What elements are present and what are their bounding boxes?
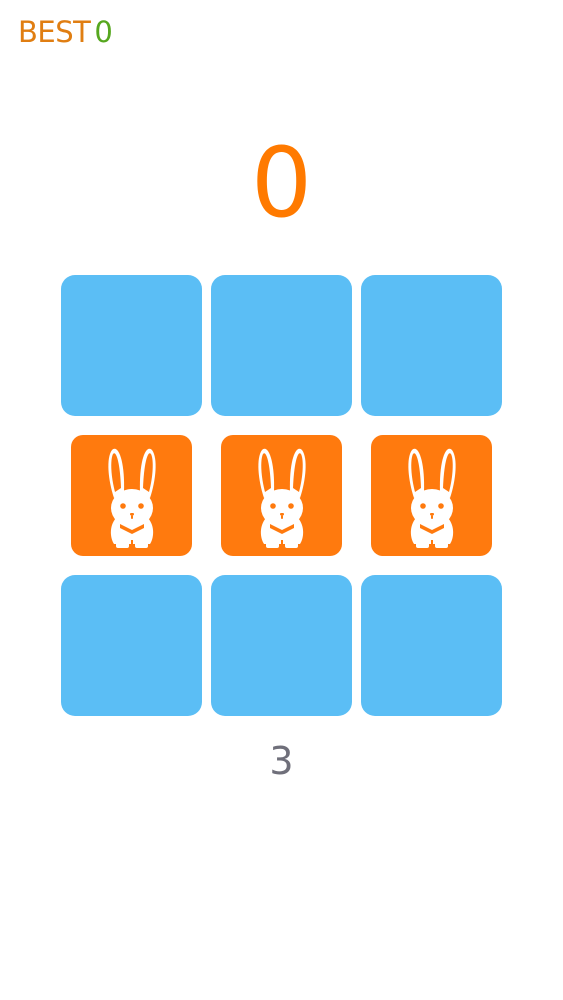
tile-r2-c3[interactable]	[371, 435, 492, 556]
current-score: 0	[250, 127, 313, 239]
best-score: BEST 0	[18, 12, 113, 52]
countdown-counter: 3	[269, 739, 294, 783]
tile-r3-c1[interactable]	[61, 575, 202, 716]
tile-r1-c1[interactable]	[61, 275, 202, 416]
best-value: 0	[94, 15, 113, 49]
rabbit-icon	[107, 448, 156, 548]
tile-r1-c3[interactable]	[361, 275, 502, 416]
tile-r2-c1[interactable]	[71, 435, 192, 556]
tile-r1-c2[interactable]	[211, 275, 352, 416]
rabbit-icon	[257, 448, 306, 548]
rabbit-icon	[407, 448, 456, 548]
best-label: BEST	[18, 15, 91, 49]
tile-r3-c3[interactable]	[361, 575, 502, 716]
tile-r2-c2[interactable]	[221, 435, 342, 556]
tile-r3-c2[interactable]	[211, 575, 352, 716]
